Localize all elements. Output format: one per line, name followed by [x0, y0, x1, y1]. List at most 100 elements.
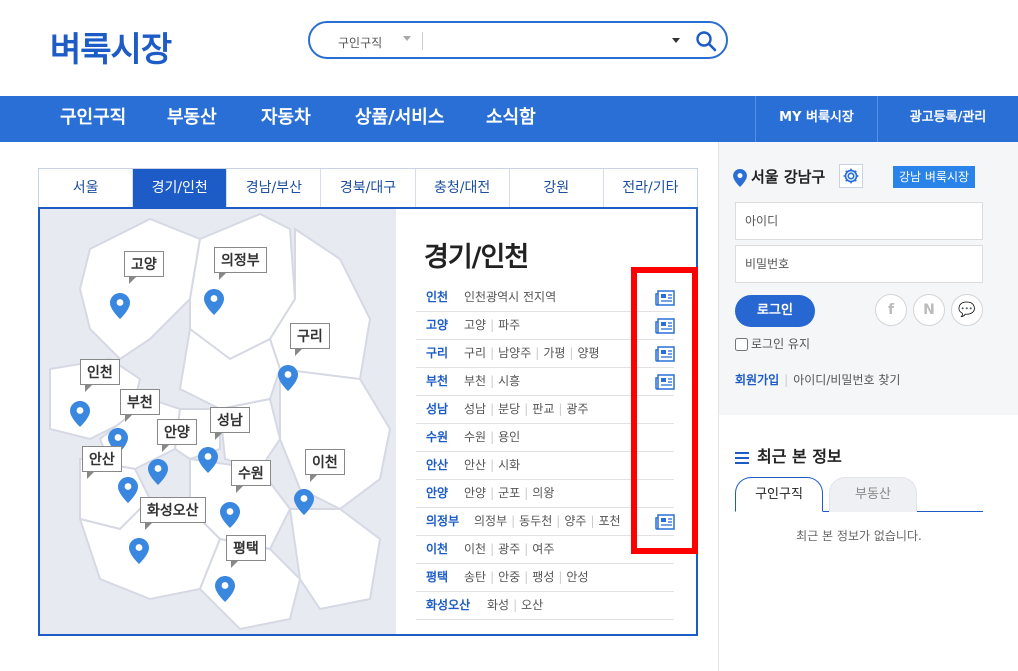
nav-my-page[interactable]: MY 벼룩시장: [755, 96, 877, 142]
map-pin-incheon-icon[interactable]: [70, 401, 90, 427]
tab-gyeonggi-incheon[interactable]: 경기/인천: [133, 169, 228, 207]
search-category[interactable]: 구인구직: [338, 34, 382, 51]
map-pin-icheon-icon[interactable]: [294, 489, 314, 515]
tab-gyeongbuk-daegu[interactable]: 경북/대구: [321, 169, 416, 207]
map-label-seongnam[interactable]: 성남: [210, 407, 250, 440]
region-city-link[interactable]: 의정부: [426, 508, 459, 535]
map-label-icheon[interactable]: 이천: [305, 449, 345, 482]
nav-item-news[interactable]: 소식함: [486, 96, 536, 142]
gear-icon[interactable]: [839, 164, 863, 188]
map-pin-ansan-icon[interactable]: [118, 477, 138, 503]
region-sub-link[interactable]: 구리: [464, 346, 486, 360]
region-sub-link[interactable]: 포천: [598, 514, 620, 528]
region-city-link[interactable]: 성남: [426, 396, 448, 423]
map-label-uijeongbu[interactable]: 의정부: [214, 247, 267, 280]
search-icon[interactable]: [694, 29, 718, 53]
region-sub-link[interactable]: 팽성: [532, 570, 554, 584]
map-pin-guri-icon[interactable]: [278, 365, 298, 391]
region-sub-link[interactable]: 군포: [498, 486, 520, 500]
map-pin-anyang-icon[interactable]: [148, 459, 168, 485]
tab-jeolla-etc[interactable]: 전라/기타: [604, 169, 697, 207]
region-sub-link[interactable]: 양평: [577, 346, 599, 360]
map-label-goyang[interactable]: 고양: [124, 251, 164, 284]
map-pin-hwaseong-osan-icon[interactable]: [129, 538, 149, 564]
map-label-bucheon[interactable]: 부천: [120, 389, 160, 422]
region-sub-link[interactable]: 안중: [498, 570, 520, 584]
map-label-ansan[interactable]: 안산: [82, 446, 122, 479]
nav-item-jobs[interactable]: 구인구직: [60, 96, 126, 142]
region-sub-link[interactable]: 용인: [498, 430, 520, 444]
region-sub-link[interactable]: 남양주: [498, 346, 531, 360]
tab-gyeongnam-busan[interactable]: 경남/부산: [227, 169, 322, 207]
region-city-link[interactable]: 구리: [426, 340, 448, 367]
kakao-login-icon[interactable]: 💬: [951, 294, 983, 326]
map-label-incheon[interactable]: 인천: [80, 359, 120, 392]
map-label-suwon[interactable]: 수원: [231, 460, 271, 493]
region-sub-link[interactable]: 화성: [487, 598, 509, 612]
region-sub-link[interactable]: 시흥: [498, 374, 520, 388]
region-sub-link[interactable]: 양주: [564, 514, 586, 528]
map-label-anyang[interactable]: 안양: [157, 419, 197, 452]
map-pin-uijeongbu-icon[interactable]: [204, 289, 224, 315]
find-account-link[interactable]: 아이디/비밀번호 찾기: [793, 373, 900, 387]
map-pin-pyeongtaek-icon[interactable]: [215, 576, 235, 602]
tab-seoul[interactable]: 서울: [39, 169, 134, 207]
region-sub-link[interactable]: 파주: [498, 318, 520, 332]
category-caret-icon[interactable]: [403, 36, 411, 41]
region-sub-link[interactable]: 안양: [464, 486, 486, 500]
join-link[interactable]: 회원가입: [735, 373, 779, 387]
nav-ad-manage[interactable]: 광고등록/관리: [877, 96, 1018, 142]
region-sub-link[interactable]: 의왕: [532, 486, 554, 500]
region-sub-link[interactable]: 이천: [464, 542, 486, 556]
recent-tab-jobs[interactable]: 구인구직: [735, 477, 823, 512]
region-sub-link[interactable]: 고양: [464, 318, 486, 332]
search-input[interactable]: [430, 29, 650, 53]
region-sub-link[interactable]: 여주: [532, 542, 554, 556]
region-sub-link[interactable]: 의정부: [474, 514, 507, 528]
region-sub-link[interactable]: 부천: [464, 374, 486, 388]
region-sub-link[interactable]: 안성: [566, 570, 588, 584]
map-label-pyeongtaek[interactable]: 평택: [226, 535, 266, 568]
region-city-link[interactable]: 안양: [426, 480, 448, 507]
region-city-link[interactable]: 수원: [426, 424, 448, 451]
recent-tab-realestate[interactable]: 부동산: [829, 477, 917, 512]
keep-login-checkbox[interactable]: [735, 338, 748, 351]
map-pin-suwon-icon[interactable]: [220, 502, 240, 528]
nav-item-cars[interactable]: 자동차: [261, 96, 311, 142]
site-logo[interactable]: 벼룩시장: [50, 22, 172, 71]
region-sub-link[interactable]: 인천광역시 전지역: [464, 290, 556, 304]
region-sub-link[interactable]: 성남: [464, 402, 486, 416]
map-label-hwaseong-osan[interactable]: 화성오산: [140, 497, 206, 530]
map-pin-goyang-icon[interactable]: [110, 293, 130, 319]
facebook-login-icon[interactable]: f: [875, 294, 907, 326]
login-button[interactable]: 로그인: [735, 295, 815, 327]
region-city-link[interactable]: 고양: [426, 312, 448, 339]
region-sub-link[interactable]: 안산: [464, 458, 486, 472]
region-city-link[interactable]: 화성오산: [426, 592, 470, 619]
tab-gangwon[interactable]: 강원: [510, 169, 604, 207]
location[interactable]: 서울 강남구: [733, 166, 825, 187]
region-sub-link[interactable]: 분당: [498, 402, 520, 416]
region-sub-link[interactable]: 동두천: [519, 514, 552, 528]
map-pin-seongnam-icon[interactable]: [198, 447, 218, 473]
nav-item-realestate[interactable]: 부동산: [167, 96, 217, 142]
region-city-link[interactable]: 평택: [426, 564, 448, 591]
naver-login-icon[interactable]: N: [913, 294, 945, 326]
region-city-link[interactable]: 인천: [426, 284, 448, 311]
dropdown-caret-icon[interactable]: [672, 38, 680, 43]
map-label-guri[interactable]: 구리: [290, 323, 330, 356]
region-sub-link[interactable]: 시화: [498, 458, 520, 472]
region-city-link[interactable]: 안산: [426, 452, 448, 479]
region-sub-link[interactable]: 가평: [543, 346, 565, 360]
local-market-button[interactable]: 강남 벼룩시장: [893, 166, 976, 188]
password-field[interactable]: 비밀번호: [735, 245, 983, 283]
id-field[interactable]: 아이디: [735, 202, 983, 240]
region-city-link[interactable]: 이천: [426, 536, 448, 563]
tab-chungcheong-daejeon[interactable]: 충청/대전: [416, 169, 510, 207]
region-sub-link[interactable]: 수원: [464, 430, 486, 444]
region-city-link[interactable]: 부천: [426, 368, 448, 395]
nav-item-goods[interactable]: 상품/서비스: [355, 96, 444, 142]
region-sub-link[interactable]: 오산: [521, 598, 543, 612]
region-sub-link[interactable]: 광주: [566, 402, 588, 416]
region-sub-link[interactable]: 광주: [498, 542, 520, 556]
